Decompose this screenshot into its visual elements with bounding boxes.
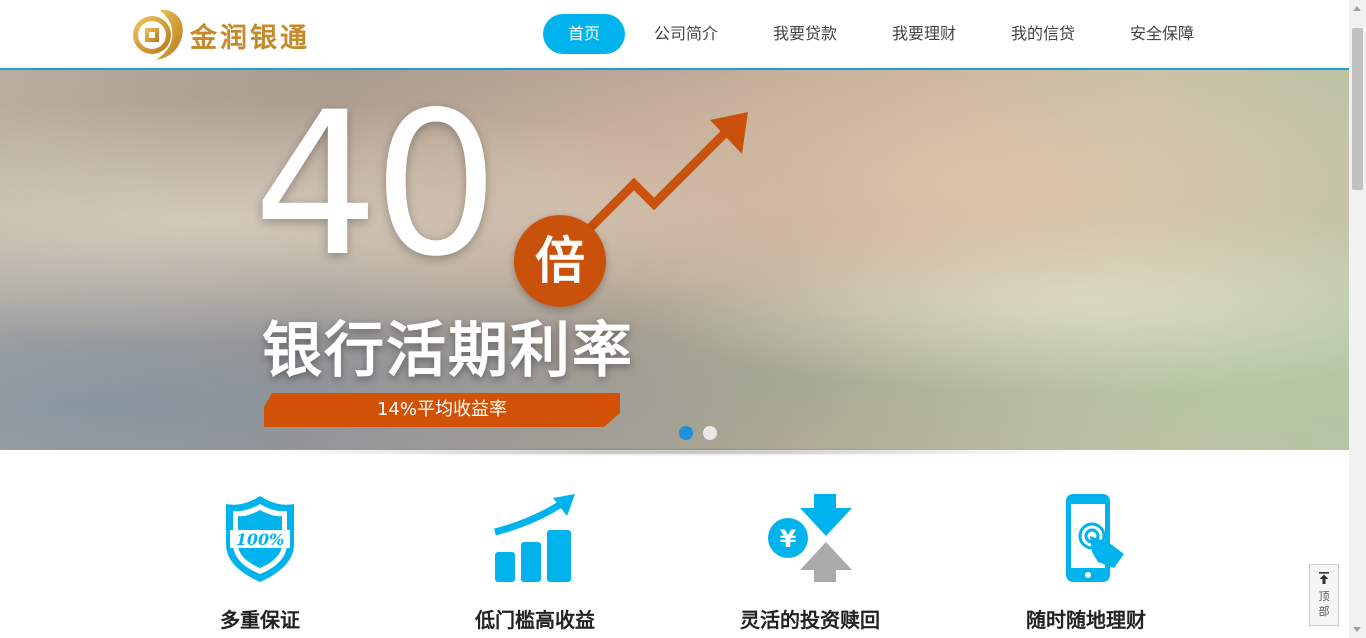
yuan-symbol: ¥ (780, 525, 797, 553)
logo-text: 金润银通 (190, 23, 310, 54)
page-scrollbar[interactable] (1349, 0, 1366, 638)
feature-mobile-finance: 随时随地理财 (986, 492, 1186, 638)
feature-title: 低门槛高收益 (475, 608, 595, 632)
feature-low-threshold: 低门槛高收益 (435, 492, 635, 638)
hero-ribbon: 14%平均收益率 (264, 393, 620, 427)
hero-banner[interactable]: 40 倍 银行活期利率 14%平均收益率 (0, 70, 1349, 450)
hero-ribbon-text: 14%平均收益率 (376, 399, 507, 420)
back-to-top-line1: 顶 (1318, 590, 1330, 603)
nav-security[interactable]: 安全保障 (1121, 14, 1203, 54)
scroll-thumb[interactable] (1352, 28, 1363, 190)
shield-100-icon: 100% (226, 496, 294, 582)
growth-arrow-icon (586, 112, 748, 232)
feature-flexible-redemption: ¥ 灵活的投资赎回 (710, 492, 910, 638)
hero-subtitle: 银行活期利率 (262, 316, 634, 386)
feature-title: 多重保证 (220, 608, 300, 632)
feature-guarantee: 100% 多重保证 (160, 492, 360, 638)
carousel-dot-1[interactable] (679, 426, 693, 440)
feature-title: 灵活的投资赎回 (740, 608, 880, 632)
nav-wealth[interactable]: 我要理财 (883, 14, 965, 54)
nav-home[interactable]: 首页 (543, 14, 625, 54)
arrow-up-icon (1319, 572, 1329, 584)
site-header: 金润银通 首页 公司简介 我要贷款 我要理财 我的信贷 安全保障 (0, 0, 1349, 70)
scroll-up-arrow-icon[interactable] (1353, 6, 1361, 11)
back-to-top-label: 顶 部 (1310, 589, 1338, 619)
bar-chart-growth-icon (494, 494, 575, 582)
scroll-down-arrow-icon[interactable] (1353, 627, 1361, 632)
banner-shadow (250, 448, 1080, 456)
back-to-top-button[interactable]: 顶 部 (1309, 564, 1339, 626)
nav-company-intro[interactable]: 公司简介 (645, 14, 727, 54)
hero-big-number: 40 (253, 70, 499, 300)
nav-my-credit[interactable]: 我的信贷 (1002, 14, 1084, 54)
back-to-top-line2: 部 (1318, 605, 1330, 618)
nav-loan[interactable]: 我要贷款 (764, 14, 846, 54)
logo[interactable]: 金润银通 (130, 6, 340, 64)
feature-title: 随时随地理财 (1026, 608, 1146, 632)
mobile-touch-icon (1066, 494, 1124, 582)
hero-multiplier-badge: 倍 (514, 215, 606, 307)
shield-badge-text: 100% (236, 530, 285, 549)
yuan-exchange-icon: ¥ (768, 494, 852, 582)
carousel-dot-2[interactable] (703, 426, 717, 440)
coin-logo-icon (133, 9, 183, 61)
